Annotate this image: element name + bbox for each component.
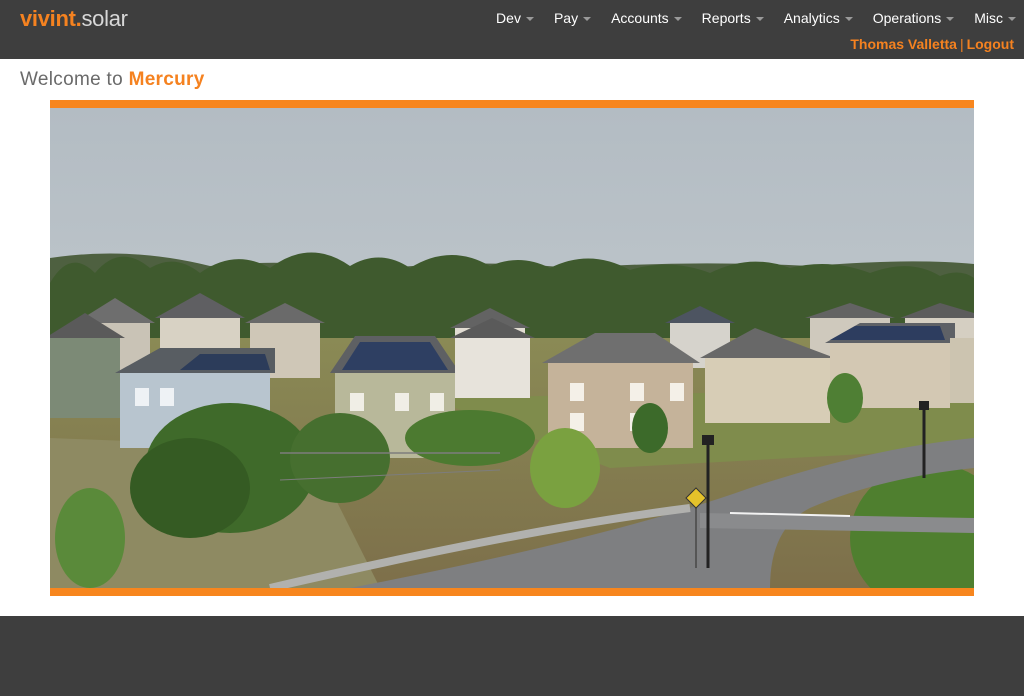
- nav-misc[interactable]: Misc: [974, 10, 1016, 26]
- user-separator: |: [959, 36, 964, 52]
- user-name-link[interactable]: Thomas Valletta: [850, 36, 957, 52]
- logo-brand: vivint: [20, 6, 76, 31]
- app-name: Mercury: [128, 69, 205, 90]
- nav-operations[interactable]: Operations: [872, 10, 955, 26]
- nav-accounts[interactable]: Accounts: [611, 10, 682, 26]
- hero-image: [50, 100, 974, 596]
- page-title: Welcome to Mercury: [20, 69, 205, 91]
- vivint-solar-logo[interactable]: vivint.solar: [20, 6, 128, 32]
- welcome-prefix: Welcome to: [20, 69, 123, 90]
- chevron-down-icon: [583, 17, 592, 21]
- nav-pay-label: Pay: [553, 10, 579, 26]
- logout-link[interactable]: Logout: [967, 36, 1014, 52]
- nav-analytics[interactable]: Analytics: [784, 10, 853, 26]
- nav-dev[interactable]: Dev: [496, 10, 534, 26]
- nav-operations-label: Operations: [872, 10, 942, 26]
- nav-analytics-label: Analytics: [783, 10, 840, 26]
- nav-reports-label: Reports: [701, 10, 751, 26]
- top-navbar: vivint.solar Dev Pay Accounts Reports An…: [0, 0, 1024, 59]
- chevron-down-icon: [673, 17, 682, 21]
- nav-reports[interactable]: Reports: [702, 10, 764, 26]
- main-nav: Dev Pay Accounts Reports Analytics Opera…: [476, 10, 1016, 26]
- page-footer: [0, 616, 1024, 696]
- nav-misc-label: Misc: [974, 10, 1003, 26]
- logo-product: solar: [81, 6, 128, 31]
- chevron-down-icon: [946, 17, 955, 21]
- chevron-down-icon: [755, 17, 764, 21]
- chevron-down-icon: [844, 17, 853, 21]
- nav-accounts-label: Accounts: [611, 10, 669, 26]
- nav-pay[interactable]: Pay: [553, 10, 592, 26]
- chevron-down-icon: [525, 17, 534, 21]
- neighborhood-photo: [50, 108, 974, 588]
- user-menu: Thomas Valletta | Logout: [850, 36, 1014, 52]
- nav-dev-label: Dev: [496, 10, 521, 26]
- chevron-down-icon: [1008, 17, 1016, 21]
